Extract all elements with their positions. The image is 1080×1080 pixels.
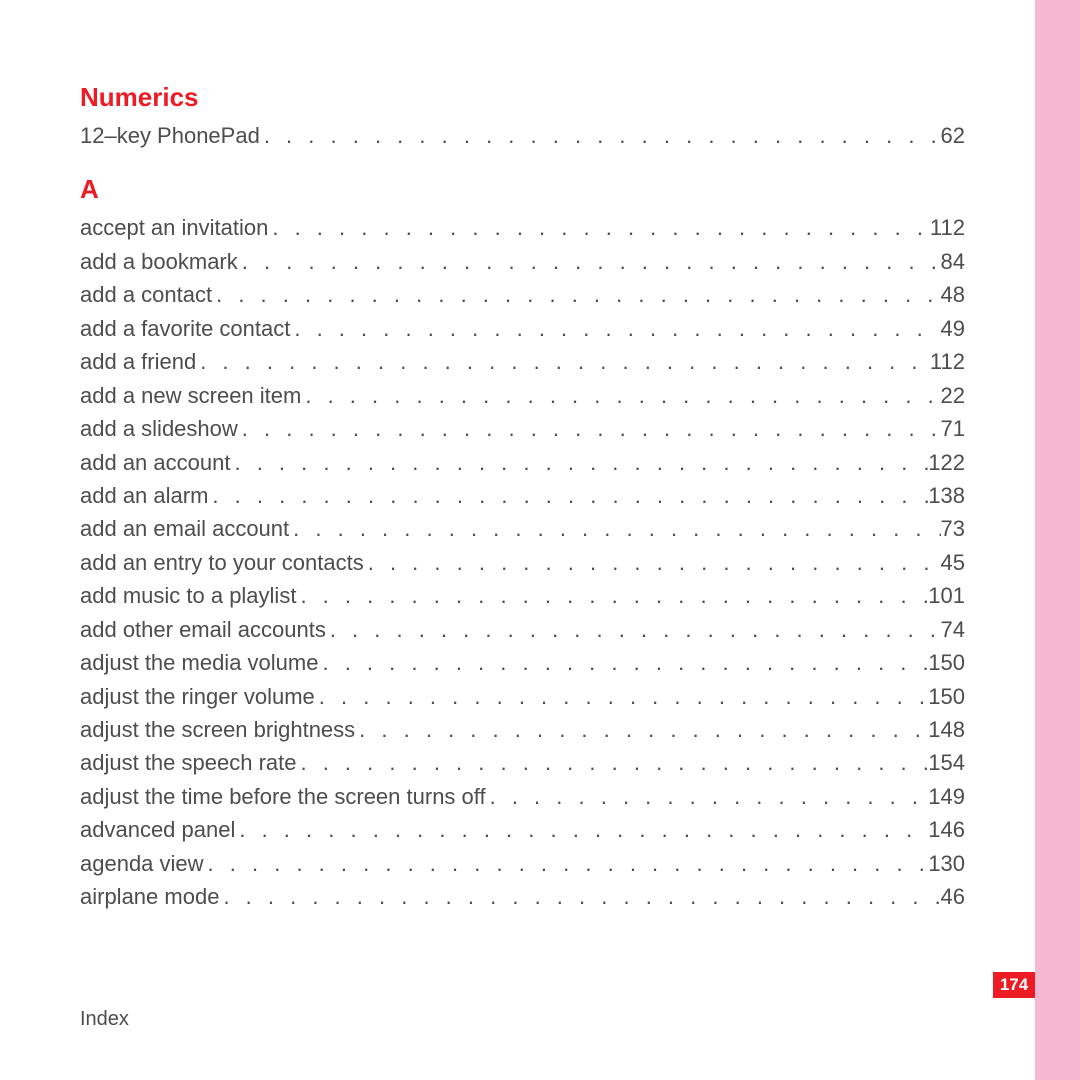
page-number-badge: 174 bbox=[993, 972, 1035, 998]
index-entry[interactable]: adjust the media volume. . . . . . . . .… bbox=[80, 646, 965, 679]
index-entry-term: adjust the time before the screen turns … bbox=[80, 780, 486, 813]
index-entry-page: 150 bbox=[928, 646, 965, 679]
index-entry-page: 49 bbox=[941, 312, 965, 345]
index-section-heading: A bbox=[80, 174, 965, 205]
index-entry-page: 71 bbox=[941, 412, 965, 445]
right-sidebar-stripe bbox=[1035, 0, 1080, 1080]
index-entry-leader-dots: . . . . . . . . . . . . . . . . . . . . … bbox=[318, 646, 928, 679]
index-entry-term: adjust the screen brightness bbox=[80, 713, 355, 746]
index-entry[interactable]: add a contact. . . . . . . . . . . . . .… bbox=[80, 278, 965, 311]
index-entry[interactable]: airplane mode. . . . . . . . . . . . . .… bbox=[80, 880, 965, 913]
index-entry-term: airplane mode bbox=[80, 880, 219, 913]
index-entry[interactable]: advanced panel. . . . . . . . . . . . . … bbox=[80, 813, 965, 846]
index-entry-leader-dots: . . . . . . . . . . . . . . . . . . . . … bbox=[230, 446, 928, 479]
index-entry-leader-dots: . . . . . . . . . . . . . . . . . . . . … bbox=[296, 746, 928, 779]
index-entry-leader-dots: . . . . . . . . . . . . . . . . . . . . … bbox=[196, 345, 930, 378]
index-entry-leader-dots: . . . . . . . . . . . . . . . . . . . . … bbox=[204, 847, 929, 880]
index-entry-page: 146 bbox=[928, 813, 965, 846]
index-entry-term: adjust the ringer volume bbox=[80, 680, 315, 713]
index-entry-page: 130 bbox=[928, 847, 965, 880]
index-entry-leader-dots: . . . . . . . . . . . . . . . . . . . . … bbox=[235, 813, 928, 846]
index-section-heading: Numerics bbox=[80, 82, 965, 113]
index-entry-page: 22 bbox=[941, 379, 965, 412]
index-entry-leader-dots: . . . . . . . . . . . . . . . . . . . . … bbox=[238, 412, 941, 445]
index-entry[interactable]: add a slideshow. . . . . . . . . . . . .… bbox=[80, 412, 965, 445]
index-entry-leader-dots: . . . . . . . . . . . . . . . . . . . . … bbox=[326, 613, 941, 646]
footer-section-label: Index bbox=[80, 1008, 129, 1031]
index-entry-term: add a slideshow bbox=[80, 412, 238, 445]
index-entry-page: 74 bbox=[941, 613, 965, 646]
index-entry-leader-dots: . . . . . . . . . . . . . . . . . . . . … bbox=[289, 512, 940, 545]
index-entry-term: add a contact bbox=[80, 278, 212, 311]
index-entry[interactable]: adjust the ringer volume. . . . . . . . … bbox=[80, 680, 965, 713]
index-entry-leader-dots: . . . . . . . . . . . . . . . . . . . . … bbox=[301, 379, 940, 412]
index-entry-term: add an entry to your contacts bbox=[80, 546, 364, 579]
index-entry-leader-dots: . . . . . . . . . . . . . . . . . . . . … bbox=[296, 579, 928, 612]
index-entry-leader-dots: . . . . . . . . . . . . . . . . . . . . … bbox=[219, 880, 940, 913]
index-entry-term: add a favorite contact bbox=[80, 312, 290, 345]
index-entry-term: add an alarm bbox=[80, 479, 208, 512]
index-entry-term: add a new screen item bbox=[80, 379, 301, 412]
index-entry-page: 101 bbox=[928, 579, 965, 612]
index-entry[interactable]: add other email accounts. . . . . . . . … bbox=[80, 613, 965, 646]
index-entry-term: add other email accounts bbox=[80, 613, 326, 646]
index-entry-page: 122 bbox=[928, 446, 965, 479]
index-entry-page: 148 bbox=[928, 713, 965, 746]
index-entry-leader-dots: . . . . . . . . . . . . . . . . . . . . … bbox=[212, 278, 940, 311]
index-entry-term: add a bookmark bbox=[80, 245, 238, 278]
index-entry[interactable]: adjust the speech rate. . . . . . . . . … bbox=[80, 746, 965, 779]
index-entry-term: adjust the speech rate bbox=[80, 746, 296, 779]
index-entry-leader-dots: . . . . . . . . . . . . . . . . . . . . … bbox=[208, 479, 928, 512]
index-entry-term: add music to a playlist bbox=[80, 579, 296, 612]
index-entry-page: 84 bbox=[941, 245, 965, 278]
index-entry-leader-dots: . . . . . . . . . . . . . . . . . . . . … bbox=[486, 780, 929, 813]
index-entry[interactable]: add a bookmark. . . . . . . . . . . . . … bbox=[80, 245, 965, 278]
index-entry[interactable]: add an email account. . . . . . . . . . … bbox=[80, 512, 965, 545]
index-entry-page: 73 bbox=[941, 512, 965, 545]
index-entry-leader-dots: . . . . . . . . . . . . . . . . . . . . … bbox=[290, 312, 940, 345]
index-entry-term: add an account bbox=[80, 446, 230, 479]
index-entry[interactable]: add a new screen item. . . . . . . . . .… bbox=[80, 379, 965, 412]
index-entry-term: add a friend bbox=[80, 345, 196, 378]
index-entry-leader-dots: . . . . . . . . . . . . . . . . . . . . … bbox=[268, 211, 930, 244]
index-entry-leader-dots: . . . . . . . . . . . . . . . . . . . . … bbox=[315, 680, 928, 713]
index-entry[interactable]: add an entry to your contacts. . . . . .… bbox=[80, 546, 965, 579]
index-entry-page: 112 bbox=[930, 211, 965, 244]
index-entry[interactable]: adjust the screen brightness. . . . . . … bbox=[80, 713, 965, 746]
index-entry-page: 46 bbox=[941, 880, 965, 913]
index-entry-leader-dots: . . . . . . . . . . . . . . . . . . . . … bbox=[260, 119, 941, 152]
index-entry-term: accept an invitation bbox=[80, 211, 268, 244]
index-entry[interactable]: adjust the time before the screen turns … bbox=[80, 780, 965, 813]
index-entry-leader-dots: . . . . . . . . . . . . . . . . . . . . … bbox=[355, 713, 928, 746]
index-entry-term: add an email account bbox=[80, 512, 289, 545]
index-entry-page: 149 bbox=[928, 780, 965, 813]
index-entry-term: agenda view bbox=[80, 847, 204, 880]
index-entry[interactable]: add an account. . . . . . . . . . . . . … bbox=[80, 446, 965, 479]
index-entry-page: 154 bbox=[928, 746, 965, 779]
index-entry-page: 112 bbox=[930, 345, 965, 378]
index-entry[interactable]: agenda view. . . . . . . . . . . . . . .… bbox=[80, 847, 965, 880]
index-entry-term: advanced panel bbox=[80, 813, 235, 846]
index-entry-page: 48 bbox=[941, 278, 965, 311]
index-entry[interactable]: accept an invitation. . . . . . . . . . … bbox=[80, 211, 965, 244]
index-entry-page: 62 bbox=[941, 119, 965, 152]
index-entry-term: adjust the media volume bbox=[80, 646, 318, 679]
index-entry[interactable]: add music to a playlist. . . . . . . . .… bbox=[80, 579, 965, 612]
index-entry[interactable]: add a friend. . . . . . . . . . . . . . … bbox=[80, 345, 965, 378]
index-entry[interactable]: add an alarm. . . . . . . . . . . . . . … bbox=[80, 479, 965, 512]
page-number: 174 bbox=[1000, 975, 1028, 995]
index-entry[interactable]: add a favorite contact. . . . . . . . . … bbox=[80, 312, 965, 345]
index-entry-page: 138 bbox=[928, 479, 965, 512]
index-page: Numerics12–key PhonePad. . . . . . . . .… bbox=[0, 0, 1035, 1080]
index-entry-page: 150 bbox=[928, 680, 965, 713]
index-entry-term: 12–key PhonePad bbox=[80, 119, 260, 152]
index-entry-leader-dots: . . . . . . . . . . . . . . . . . . . . … bbox=[238, 245, 941, 278]
index-entry-leader-dots: . . . . . . . . . . . . . . . . . . . . … bbox=[364, 546, 941, 579]
index-entry-page: 45 bbox=[941, 546, 965, 579]
index-entry[interactable]: 12–key PhonePad. . . . . . . . . . . . .… bbox=[80, 119, 965, 152]
